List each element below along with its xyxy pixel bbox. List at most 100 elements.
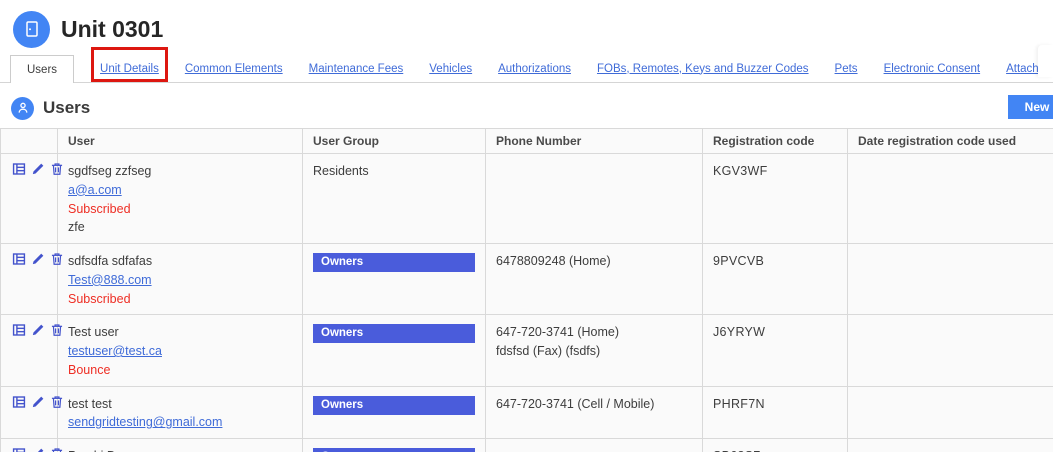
view-details-icon[interactable]: [12, 162, 26, 176]
table-row: sdfsdfa sdfafas Test@888.com Subscribed Own…: [0, 242, 1053, 316]
delete-icon[interactable]: [50, 447, 64, 452]
delete-icon[interactable]: [50, 162, 64, 176]
page-header: Unit 0301: [0, 0, 1053, 48]
user-email-link[interactable]: Test@888.com: [68, 273, 152, 287]
column-header-date-registration-code-used: Date registration code used: [847, 128, 1053, 154]
user-group-badge: Owners: [313, 324, 475, 344]
user-cell: sgdfseg zzfseg a@a.com Subscribed zfe: [57, 153, 303, 244]
user-email-link[interactable]: testuser@test.ca: [68, 344, 162, 358]
column-header-registration-code: Registration code: [702, 128, 848, 154]
section-title: Users: [43, 98, 91, 117]
tab-authorizations[interactable]: Authorizations: [498, 63, 571, 75]
row-actions-cell: [0, 385, 63, 439]
registration-code-cell: SB68S7: [702, 437, 848, 452]
user-email-link[interactable]: sendgridtesting@gmail.com: [68, 415, 222, 429]
tab-common-elements[interactable]: Common Elements: [185, 63, 283, 75]
user-name: sgdfseg zzfseg: [68, 164, 152, 178]
unit-page: Unit 0301 Users Unit Details Common Elemen…: [0, 0, 1053, 452]
date-registration-code-used-cell: [847, 437, 1053, 452]
row-actions: [11, 395, 63, 409]
delete-icon[interactable]: [50, 323, 64, 337]
date-registration-code-used-cell: [847, 314, 1053, 387]
phone-number-cell: [485, 437, 703, 452]
delete-icon[interactable]: [50, 395, 64, 409]
phone-number-cell: [485, 153, 703, 244]
user-name: sdfsdfa sdfafas: [68, 254, 153, 268]
table-header-row: User User Group Phone Number Registratio…: [0, 128, 1053, 154]
subscription-status: Subscribed: [68, 201, 131, 216]
registration-code-cell: KGV3WF: [702, 153, 848, 244]
edit-icon[interactable]: [31, 252, 45, 266]
date-registration-code-used-cell: [847, 385, 1053, 439]
date-registration-code-used-cell: [847, 153, 1053, 244]
user-group-badge: Owners: [313, 253, 475, 272]
subscription-status: Subscribed: [68, 291, 131, 306]
table-row: Test user testuser@test.ca Bounce Owners 647…: [0, 314, 1053, 387]
phone-number: 6478809248 (Home): [496, 254, 611, 268]
column-header-user-group: User Group: [302, 128, 486, 154]
row-actions: [11, 323, 63, 337]
user-group-cell: Owners: [302, 314, 486, 387]
delete-icon[interactable]: [50, 252, 64, 266]
users-section-header: Users New: [0, 92, 1053, 124]
table-row: test test sendgridtesting@gmail.com Owners…: [0, 385, 1053, 439]
edit-icon[interactable]: [31, 395, 45, 409]
tab-vehicles[interactable]: Vehicles: [429, 63, 472, 75]
page-title: Unit 0301: [61, 15, 164, 42]
column-header-user: User: [57, 128, 303, 154]
users-table: User User Group Phone Number Registratio…: [0, 128, 1053, 452]
row-actions: [11, 162, 63, 176]
column-header-phone-number: Phone Number: [485, 128, 703, 154]
tab-maintenance-fees[interactable]: Maintenance Fees: [309, 63, 404, 75]
user-group-cell: Owners: [302, 437, 486, 452]
row-actions: [11, 447, 63, 452]
users-icon: [11, 96, 34, 120]
phone-number-cell: 647-720-3741 (Cell / Mobile): [485, 385, 703, 439]
user-group-cell: Residents: [302, 153, 486, 244]
subscription-status: Bounce: [68, 362, 111, 377]
edit-icon[interactable]: [31, 323, 45, 337]
tab-electronic-consent[interactable]: Electronic Consent: [884, 63, 981, 75]
view-details-icon[interactable]: [12, 252, 26, 266]
view-details-icon[interactable]: [12, 395, 26, 409]
table-row: sgdfseg zzfseg a@a.com Subscribed zfe Reside…: [0, 153, 1053, 244]
user-name: Prachi D: [68, 447, 292, 452]
edit-icon[interactable]: [31, 447, 45, 452]
user-group-label: Residents: [313, 164, 369, 178]
new-user-button[interactable]: New: [1008, 95, 1053, 119]
phone-number: fdsfsd (Fax) (fsdfs): [496, 344, 601, 358]
phone-number-cell: 6478809248 (Home): [485, 242, 703, 316]
unit-door-icon: [13, 10, 50, 48]
row-actions: [11, 252, 63, 266]
tab-users[interactable]: Users: [10, 55, 75, 83]
user-name: Test user: [68, 325, 119, 340]
icons-column-header: [0, 128, 58, 154]
table-row: Prachi Downer@samplecondo.comSubscribed O…: [0, 437, 1053, 452]
view-details-icon[interactable]: [12, 323, 26, 337]
registration-code-cell: PHRF7N: [702, 385, 848, 439]
user-email-link[interactable]: a@a.com: [68, 183, 122, 197]
date-registration-code-used-cell: [847, 242, 1053, 316]
row-actions-cell: [0, 242, 63, 316]
phone-number: 647-720-3741 (Home): [496, 325, 619, 340]
user-cell: sdfsdfa sdfafas Test@888.com Subscribed: [57, 242, 303, 316]
edit-icon[interactable]: [31, 162, 45, 176]
tabs-scroll-button[interactable]: [1038, 45, 1053, 77]
phone-number-cell: 647-720-3741 (Home) fdsfsd (Fax) (fsdfs): [485, 314, 703, 387]
tab-fobs-remotes-keys-and-buzzer-codes[interactable]: FOBs, Remotes, Keys and Buzzer Codes: [597, 63, 809, 75]
tab-bar: Users Unit Details Common Elements Maintena…: [0, 46, 1053, 83]
user-group-cell: Owners: [302, 242, 486, 316]
phone-number: 647-720-3741 (Cell / Mobile): [496, 396, 655, 411]
tab-pets[interactable]: Pets: [835, 63, 858, 75]
user-cell: Test user testuser@test.ca Bounce: [57, 314, 303, 387]
row-actions-cell: [0, 314, 63, 387]
user-cell: test test sendgridtesting@gmail.com: [57, 385, 303, 439]
user-name: test test: [68, 396, 112, 411]
tab-unit-details[interactable]: Unit Details: [100, 63, 159, 75]
view-details-icon[interactable]: [12, 447, 26, 452]
row-actions-cell: [0, 153, 63, 244]
user-group-cell: Owners: [302, 385, 486, 439]
registration-code-cell: J6YRYW: [702, 314, 848, 387]
registration-code-cell: 9PVCVB: [702, 242, 848, 316]
user-group-badge: Owners: [313, 395, 475, 415]
